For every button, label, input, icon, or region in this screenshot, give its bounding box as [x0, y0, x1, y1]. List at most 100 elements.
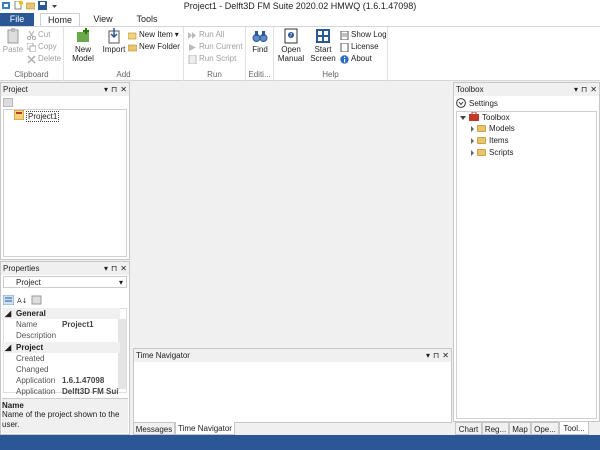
- new-folder-button[interactable]: New Folder: [127, 42, 180, 52]
- project-panel-header: Project ▾ ⊓ ✕: [1, 83, 129, 96]
- property-pages-icon[interactable]: [31, 295, 42, 307]
- collapse-all-icon[interactable]: [2, 97, 14, 108]
- folder-icon: [477, 137, 486, 144]
- tab-messages[interactable]: Messages: [133, 422, 175, 435]
- tab-map[interactable]: Map: [509, 422, 531, 435]
- cut-button[interactable]: Cut: [26, 30, 50, 40]
- toolbox-tree-item[interactable]: Models: [471, 124, 515, 133]
- new-model-icon: [75, 28, 91, 44]
- pin-icon[interactable]: ⊓: [111, 83, 117, 96]
- run-script-label: Run Script: [199, 54, 237, 63]
- collapsed-arrow-icon[interactable]: [471, 137, 474, 144]
- find-button[interactable]: Find: [248, 28, 272, 54]
- close-icon[interactable]: ✕: [120, 262, 127, 275]
- new-item-button[interactable]: New Item ▾: [127, 30, 179, 40]
- property-key: Description: [16, 331, 57, 340]
- settings-row[interactable]: Settings: [456, 97, 597, 110]
- tree-item-label: Items: [489, 136, 509, 145]
- tab-region[interactable]: Reg...: [482, 422, 509, 435]
- manual-icon: ?: [283, 28, 299, 44]
- add-group: New Model Import New Item ▾ New Folder A…: [64, 27, 184, 81]
- object-selector[interactable]: Project ▾: [3, 276, 127, 288]
- pin-icon[interactable]: ⊓: [111, 262, 117, 275]
- project-tree-item[interactable]: Project1: [13, 109, 60, 122]
- open-manual-button[interactable]: ? Open Manual: [276, 28, 306, 63]
- tab-tools[interactable]: Tools: [130, 13, 164, 26]
- tree-item-label: Scripts: [489, 148, 514, 157]
- panel-menu-icon[interactable]: ▾: [426, 349, 430, 362]
- property-value[interactable]: Project1: [62, 319, 119, 330]
- property-row[interactable]: Application 1.6.1.47098: [2, 375, 128, 386]
- properties-toolbar: A↓: [2, 294, 42, 307]
- pin-icon[interactable]: ⊓: [433, 349, 439, 362]
- license-button[interactable]: License: [340, 42, 379, 52]
- toolbox-tree-root[interactable]: Toolbox: [460, 111, 510, 123]
- tab-file[interactable]: File: [0, 13, 34, 26]
- panel-controls: ▾ ⊓ ✕: [574, 83, 597, 96]
- new-model-label: New Model: [72, 45, 94, 63]
- editing-group: Find Editi...: [246, 27, 274, 81]
- property-row[interactable]: Application Delft3D FM Suit: [2, 386, 128, 397]
- tree-item-label: Models: [489, 124, 515, 133]
- expand-settings-icon[interactable]: [456, 97, 466, 110]
- run-all-icon: [188, 31, 197, 40]
- panel-controls: ▾ ⊓ ✕: [104, 83, 127, 96]
- new-model-button[interactable]: New Model: [68, 28, 98, 63]
- panel-menu-icon[interactable]: ▾: [574, 83, 578, 96]
- panel-menu-icon[interactable]: ▾: [104, 262, 108, 275]
- tab-open[interactable]: Ope...: [531, 422, 559, 435]
- panel-controls: ▾ ⊓ ✕: [104, 262, 127, 275]
- close-icon[interactable]: ✕: [590, 83, 597, 96]
- property-row[interactable]: Changed: [2, 364, 128, 375]
- toolbox-root-label: Toolbox: [482, 113, 510, 122]
- property-category-general[interactable]: ◢ General: [2, 308, 120, 319]
- start-screen-label: Start Screen: [310, 45, 336, 63]
- property-row[interactable]: Name Project1: [2, 319, 128, 330]
- run-script-button[interactable]: Run Script: [188, 54, 236, 64]
- copy-button[interactable]: Copy: [26, 42, 57, 52]
- collapsed-arrow-icon[interactable]: [471, 125, 474, 132]
- clipboard-group: Paste Cut Copy Delete Clipboard: [0, 27, 64, 81]
- about-button[interactable]: About: [340, 54, 372, 64]
- property-value[interactable]: Delft3D FM Suit: [62, 386, 119, 397]
- tab-view[interactable]: View: [88, 13, 118, 26]
- pin-icon[interactable]: ⊓: [581, 83, 587, 96]
- expanded-arrow-icon[interactable]: [460, 115, 466, 120]
- collapse-icon: ◢: [5, 309, 12, 318]
- run-all-button[interactable]: Run All: [188, 30, 224, 40]
- run-current-button[interactable]: Run Current: [188, 42, 243, 52]
- show-log-button[interactable]: Show Log: [340, 30, 387, 40]
- tab-home[interactable]: Home: [40, 13, 80, 26]
- panel-menu-icon[interactable]: ▾: [104, 83, 108, 96]
- start-screen-button[interactable]: Start Screen: [308, 28, 338, 63]
- import-button[interactable]: Import: [100, 28, 128, 54]
- tab-toolbox[interactable]: Tool...: [559, 422, 589, 435]
- toolbox-tree-item[interactable]: Scripts: [471, 148, 513, 157]
- delete-icon: [27, 55, 36, 64]
- toolbox-panel: Toolbox ▾ ⊓ ✕ Settings: [453, 82, 600, 422]
- close-icon[interactable]: ✕: [120, 83, 127, 96]
- chevron-down-icon: ▾: [118, 278, 123, 287]
- license-icon: [340, 42, 349, 52]
- description-title: Name: [2, 401, 24, 410]
- delete-button[interactable]: Delete: [27, 54, 61, 64]
- property-row[interactable]: Created: [2, 353, 128, 364]
- property-key: Application: [16, 376, 56, 385]
- category-label: General: [16, 309, 46, 318]
- toolbox-tree: [456, 111, 597, 419]
- toolbox-tree-item[interactable]: Items: [471, 136, 509, 145]
- tab-chart[interactable]: Chart: [455, 422, 482, 435]
- delete-label: Delete: [38, 54, 62, 63]
- alphabetical-icon[interactable]: A↓: [17, 295, 28, 307]
- collapsed-arrow-icon[interactable]: [471, 149, 474, 156]
- property-row[interactable]: Description: [2, 330, 128, 341]
- paste-button[interactable]: Paste: [2, 28, 24, 54]
- paste-label: Paste: [2, 45, 24, 54]
- categorized-icon[interactable]: [2, 294, 15, 307]
- project-name[interactable]: Project1: [26, 110, 60, 122]
- property-key: Application: [16, 387, 56, 396]
- close-icon[interactable]: ✕: [442, 349, 449, 362]
- property-value[interactable]: 1.6.1.47098: [62, 375, 119, 386]
- property-category-project[interactable]: ◢ Project: [2, 342, 120, 353]
- tab-time-navigator[interactable]: Time Navigator: [175, 422, 235, 435]
